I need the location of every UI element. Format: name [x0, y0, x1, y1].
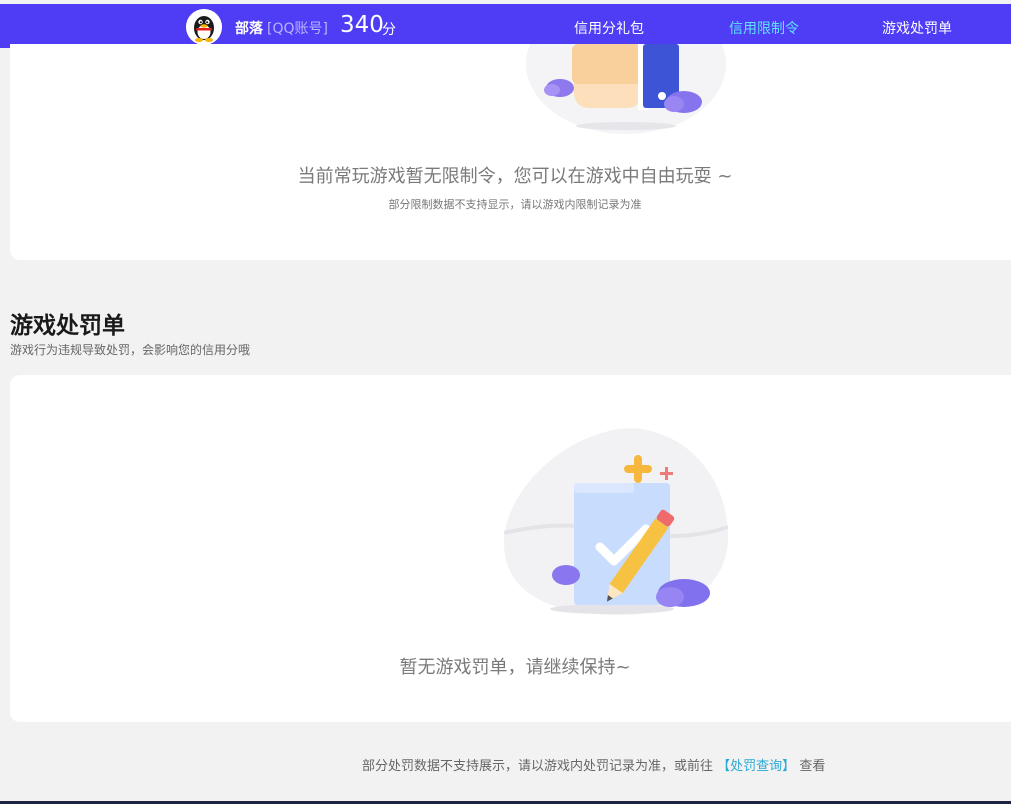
tab-game-penalty[interactable]: 游戏处罚单 [882, 18, 952, 38]
checklist-pencil-illustration-icon [503, 428, 729, 615]
credit-score-value: 340 [340, 12, 384, 38]
penalty-query-link[interactable]: 【处罚查询】 [717, 759, 795, 774]
tab-credit-restriction[interactable]: 信用限制令 [729, 18, 799, 38]
penalty-card: 暂无游戏罚单，请继续保持~ [10, 375, 1011, 722]
qq-penguin-icon [186, 9, 222, 45]
restriction-card: 当前常玩游戏暂无限制令，您可以在游戏中自由玩耍 ~ 部分限制数据不支持显示，请以… [10, 44, 1011, 260]
hand-phone-illustration-icon [526, 44, 726, 134]
user-nickname: 部落 [235, 21, 263, 37]
restriction-note: 部分限制数据不支持显示，请以游戏内限制记录为准 [388, 198, 642, 211]
penalty-section-title: 游戏处罚单 [10, 313, 125, 339]
top-nav-bar: 部落 [QQ账号] 340 分 信用分礼包 信用限制令 游戏处罚单 [0, 4, 1011, 49]
footer-note-suffix: 查看 [799, 759, 826, 774]
penalty-section-subtitle: 游戏行为违规导致处罚，会影响您的信用分哦 [10, 343, 251, 357]
footer-note-prefix: 部分处罚数据不支持展示，请以游戏内处罚记录为准，或前往 [362, 759, 714, 774]
avatar[interactable] [186, 9, 222, 45]
credit-score-unit: 分 [382, 22, 396, 38]
restriction-empty-text: 当前常玩游戏暂无限制令，您可以在游戏中自由玩耍 ~ [297, 166, 733, 187]
account-type-label: [QQ账号] [267, 21, 328, 37]
tab-credit-gift[interactable]: 信用分礼包 [574, 18, 644, 38]
penalty-footer-note: 部分处罚数据不支持展示，请以游戏内处罚记录为准，或前往 【处罚查询】 查看 [362, 755, 825, 774]
penalty-empty-text: 暂无游戏罚单，请继续保持~ [399, 657, 631, 678]
